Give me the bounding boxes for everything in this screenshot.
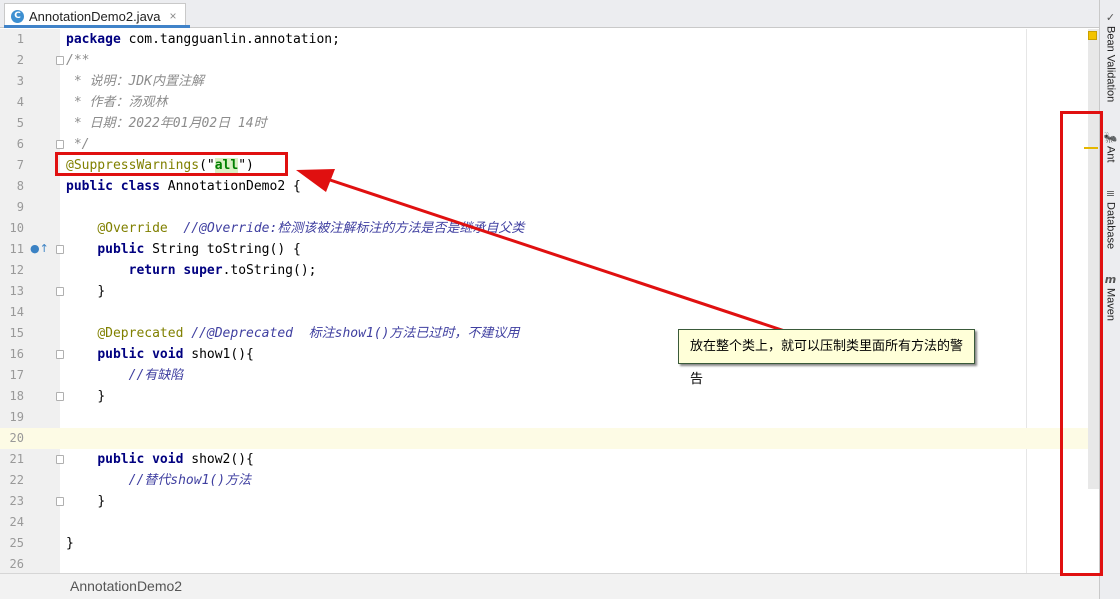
code-text: //替代show1()方法 [128,473,252,488]
database-tool-button[interactable]: ≡ Database [1100,187,1120,250]
highlight-box-annotation [55,152,288,176]
tool-label: Database [1104,202,1117,250]
code-line[interactable]: 8 public class AnnotationDemo2 { [0,176,1099,197]
code-text: public void show2(){ [97,452,254,467]
database-icon: ≡ [1105,187,1116,200]
fold-toggle-icon[interactable] [56,245,64,254]
override-method-icon[interactable]: ●↑ [30,242,49,256]
line-number: 24 [9,515,24,529]
line-number: 7 [16,158,24,172]
line-number: 25 [9,536,24,550]
line-number: 22 [9,473,24,487]
tool-label: Ant [1104,146,1117,163]
line-number: 11 [9,242,24,256]
fold-toggle-icon[interactable] [56,497,64,506]
line-number: 13 [9,284,24,298]
fold-toggle-icon[interactable] [56,350,64,359]
line-number: 6 [16,137,24,151]
line-number: 8 [16,179,24,193]
code-text: * 说明：JDK内置注解 [66,74,204,89]
editor-tab-bar: C AnnotationDemo2.java × [0,0,1099,28]
java-class-icon: C [11,9,24,23]
line-number: 20 [9,431,24,445]
code-line[interactable]: 9 [0,197,1099,218]
ant-icon: 🐜 [1103,131,1118,144]
active-tab-indicator [4,25,190,28]
line-number: 2 [16,53,24,67]
code-text: } [97,494,106,509]
line-number: 17 [9,368,24,382]
line-number: 5 [16,116,24,130]
file-tab-title: AnnotationDemo2.java [29,8,161,24]
line-number: 1 [16,32,24,46]
code-line[interactable]: 19 [0,407,1099,428]
code-line[interactable]: 1 package com.tangguanlin.annotation; [0,29,1099,50]
code-text: //有缺陷 [128,368,184,383]
line-number: 23 [9,494,24,508]
code-line[interactable]: 14 [0,302,1099,323]
inspection-status-icon[interactable] [1088,31,1097,40]
code-text: package com.tangguanlin.annotation; [66,32,340,47]
code-text: * 日期：2022年01月02日 14时 [66,116,267,131]
line-number: 14 [9,305,24,319]
line-number: 12 [9,263,24,277]
code-text: * 作者：汤观林 [66,95,168,110]
highlight-box-scrollbar [1060,111,1103,576]
maven-tool-button[interactable]: m Maven [1100,273,1120,322]
maven-icon: m [1104,273,1117,286]
callout-note: 放在整个类上，就可以压制类里面所有方法的警告 [678,329,975,387]
line-number: 9 [16,200,24,214]
breadcrumb[interactable]: AnnotationDemo2 [0,573,1099,599]
fold-toggle-icon[interactable] [56,392,64,401]
code-line[interactable]: 22 //替代show1()方法 [0,470,1099,491]
code-line[interactable]: 13 } [0,281,1099,302]
code-text: } [66,536,74,551]
tool-label: Maven [1104,288,1117,322]
code-line[interactable]: 5 * 日期：2022年01月02日 14时 [0,113,1099,134]
line-number: 26 [9,557,24,571]
bean-validation-tool-button[interactable]: ✓ Bean Validation [1100,11,1120,103]
line-number: 4 [16,95,24,109]
code-line[interactable]: 25 } [0,533,1099,554]
code-line[interactable]: 18 } [0,386,1099,407]
code-text: @Deprecated //@Deprecated 标注show1()方法已过时… [97,326,520,341]
code-editor[interactable]: 1 package com.tangguanlin.annotation; 2 … [0,29,1099,573]
current-code-line[interactable]: 20 [0,428,1099,449]
breadcrumb-item[interactable]: AnnotationDemo2 [70,578,182,594]
fold-toggle-icon[interactable] [56,56,64,65]
code-line[interactable]: 21 public void show2(){ [0,449,1099,470]
line-number: 15 [9,326,24,340]
fold-toggle-icon[interactable] [56,455,64,464]
line-number: 16 [9,347,24,361]
code-line[interactable]: 11 ●↑ public String toString() { [0,239,1099,260]
code-line[interactable]: 17 //有缺陷 [0,365,1099,386]
code-line[interactable]: 3 * 说明：JDK内置注解 [0,71,1099,92]
code-text: public String toString() { [97,242,301,257]
code-text: } [97,389,106,404]
close-tab-icon[interactable]: × [170,9,177,23]
line-number: 18 [9,389,24,403]
line-number: 19 [9,410,24,424]
line-number: 3 [16,74,24,88]
code-line[interactable]: 2 /** [0,50,1099,71]
code-line[interactable]: 26 [0,554,1099,573]
bean-validation-icon: ✓ [1105,11,1116,24]
line-number: 21 [9,452,24,466]
code-text: @Override //@Override:检测该被注解标注的方法是否是继承自父… [97,221,525,236]
code-text: public void show1(){ [97,347,254,362]
code-line[interactable]: 10 @Override //@Override:检测该被注解标注的方法是否是继… [0,218,1099,239]
code-line[interactable]: 23 } [0,491,1099,512]
ant-tool-button[interactable]: 🐜 Ant [1100,132,1120,163]
code-text: return super.toString(); [128,263,317,278]
code-text: public class AnnotationDemo2 { [66,179,301,194]
tool-label: Bean Validation [1104,26,1117,103]
fold-toggle-icon[interactable] [56,287,64,296]
line-number: 10 [9,221,24,235]
code-text: } [97,284,106,299]
code-line[interactable]: 12 return super.toString(); [0,260,1099,281]
code-text: /** [66,53,90,68]
code-line[interactable]: 4 * 作者：汤观林 [0,92,1099,113]
fold-toggle-icon[interactable] [56,140,64,149]
code-line[interactable]: 24 [0,512,1099,533]
